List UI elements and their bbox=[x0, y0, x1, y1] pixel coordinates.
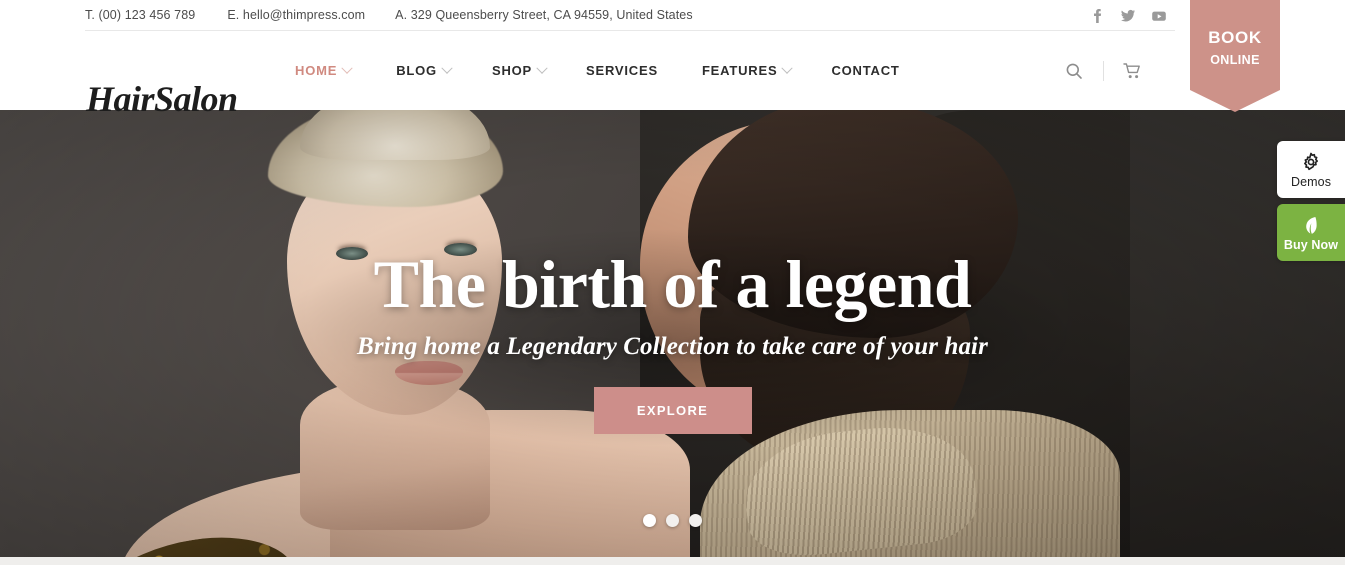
contact-email: E. hello@thimpress.com bbox=[227, 8, 366, 22]
social-links bbox=[1089, 0, 1167, 31]
hero-title: The birth of a legend bbox=[373, 246, 972, 322]
explore-button[interactable]: EXPLORE bbox=[593, 387, 752, 434]
nav-item-contact[interactable]: CONTACT bbox=[831, 63, 899, 78]
site-header: HairSalon HOME BLOG SHOP SERVICES FEATUR… bbox=[0, 31, 1345, 117]
nav-label-contact: CONTACT bbox=[831, 63, 900, 78]
slider-dot-3[interactable] bbox=[689, 514, 702, 527]
tools-divider bbox=[1103, 60, 1104, 81]
slider-dot-1[interactable] bbox=[643, 514, 656, 527]
nav-item-shop[interactable]: SHOP bbox=[491, 62, 548, 78]
nav-item-blog[interactable]: BLOG bbox=[396, 62, 453, 78]
page-root: T. (00) 123 456 789 E. hello@thimpress.c… bbox=[0, 0, 1345, 565]
topbar-divider bbox=[85, 30, 1175, 31]
main-navigation: HOME BLOG SHOP SERVICES FEATURES CONTACT bbox=[295, 31, 900, 110]
hero-content: The birth of a legend Bring home a Legen… bbox=[0, 110, 1345, 557]
nav-label-home: HOME bbox=[295, 63, 338, 78]
facebook-icon[interactable] bbox=[1089, 8, 1105, 24]
nav-label-shop: SHOP bbox=[491, 63, 533, 78]
ribbon-text: BOOK ONLINE bbox=[1190, 28, 1280, 70]
ribbon-tail bbox=[1190, 90, 1280, 112]
youtube-icon[interactable] bbox=[1151, 8, 1167, 24]
cart-icon[interactable] bbox=[1116, 54, 1150, 88]
contact-address: A. 329 Queensberry Street, CA 94559, Uni… bbox=[395, 8, 693, 22]
chevron-down-icon bbox=[441, 62, 453, 74]
ribbon-line-2: ONLINE bbox=[1210, 53, 1260, 67]
chevron-down-icon bbox=[536, 62, 548, 74]
slider-dot-2[interactable] bbox=[666, 514, 679, 527]
buy-now-button[interactable]: Buy Now bbox=[1277, 204, 1345, 261]
contact-info-list: T. (00) 123 456 789 E. hello@thimpress.c… bbox=[85, 0, 693, 31]
site-logo[interactable]: HairSalon bbox=[86, 81, 238, 117]
slider-pagination bbox=[0, 514, 1345, 527]
contact-phone: T. (00) 123 456 789 bbox=[85, 8, 196, 22]
floating-widgets: Demos Buy Now bbox=[1277, 141, 1345, 261]
nav-item-features[interactable]: FEATURES bbox=[701, 62, 794, 78]
twitter-icon[interactable] bbox=[1120, 8, 1136, 24]
book-online-ribbon[interactable]: BOOK ONLINE bbox=[1190, 0, 1280, 112]
nav-label-features: FEATURES bbox=[701, 63, 778, 78]
header-tools bbox=[1057, 31, 1150, 110]
top-bar: T. (00) 123 456 789 E. hello@thimpress.c… bbox=[0, 0, 1345, 31]
chevron-down-icon bbox=[781, 62, 794, 74]
hero-subtitle: Bring home a Legendary Collection to tak… bbox=[357, 333, 988, 360]
demos-label: Demos bbox=[1290, 174, 1332, 189]
leaf-icon bbox=[1302, 214, 1320, 236]
gear-icon bbox=[1301, 151, 1321, 173]
nav-item-services[interactable]: SERVICES bbox=[586, 63, 658, 78]
nav-label-services: SERVICES bbox=[586, 63, 658, 78]
nav-label-blog: BLOG bbox=[396, 63, 437, 78]
demos-button[interactable]: Demos bbox=[1277, 141, 1345, 198]
ribbon-line-1: BOOK bbox=[1208, 28, 1262, 47]
buy-now-label: Buy Now bbox=[1283, 237, 1339, 252]
chevron-down-icon bbox=[341, 62, 353, 74]
page-bottom-strip bbox=[0, 557, 1345, 565]
search-icon[interactable] bbox=[1057, 54, 1091, 88]
nav-item-home[interactable]: HOME bbox=[295, 62, 353, 78]
hero-slider: The birth of a legend Bring home a Legen… bbox=[0, 110, 1345, 557]
